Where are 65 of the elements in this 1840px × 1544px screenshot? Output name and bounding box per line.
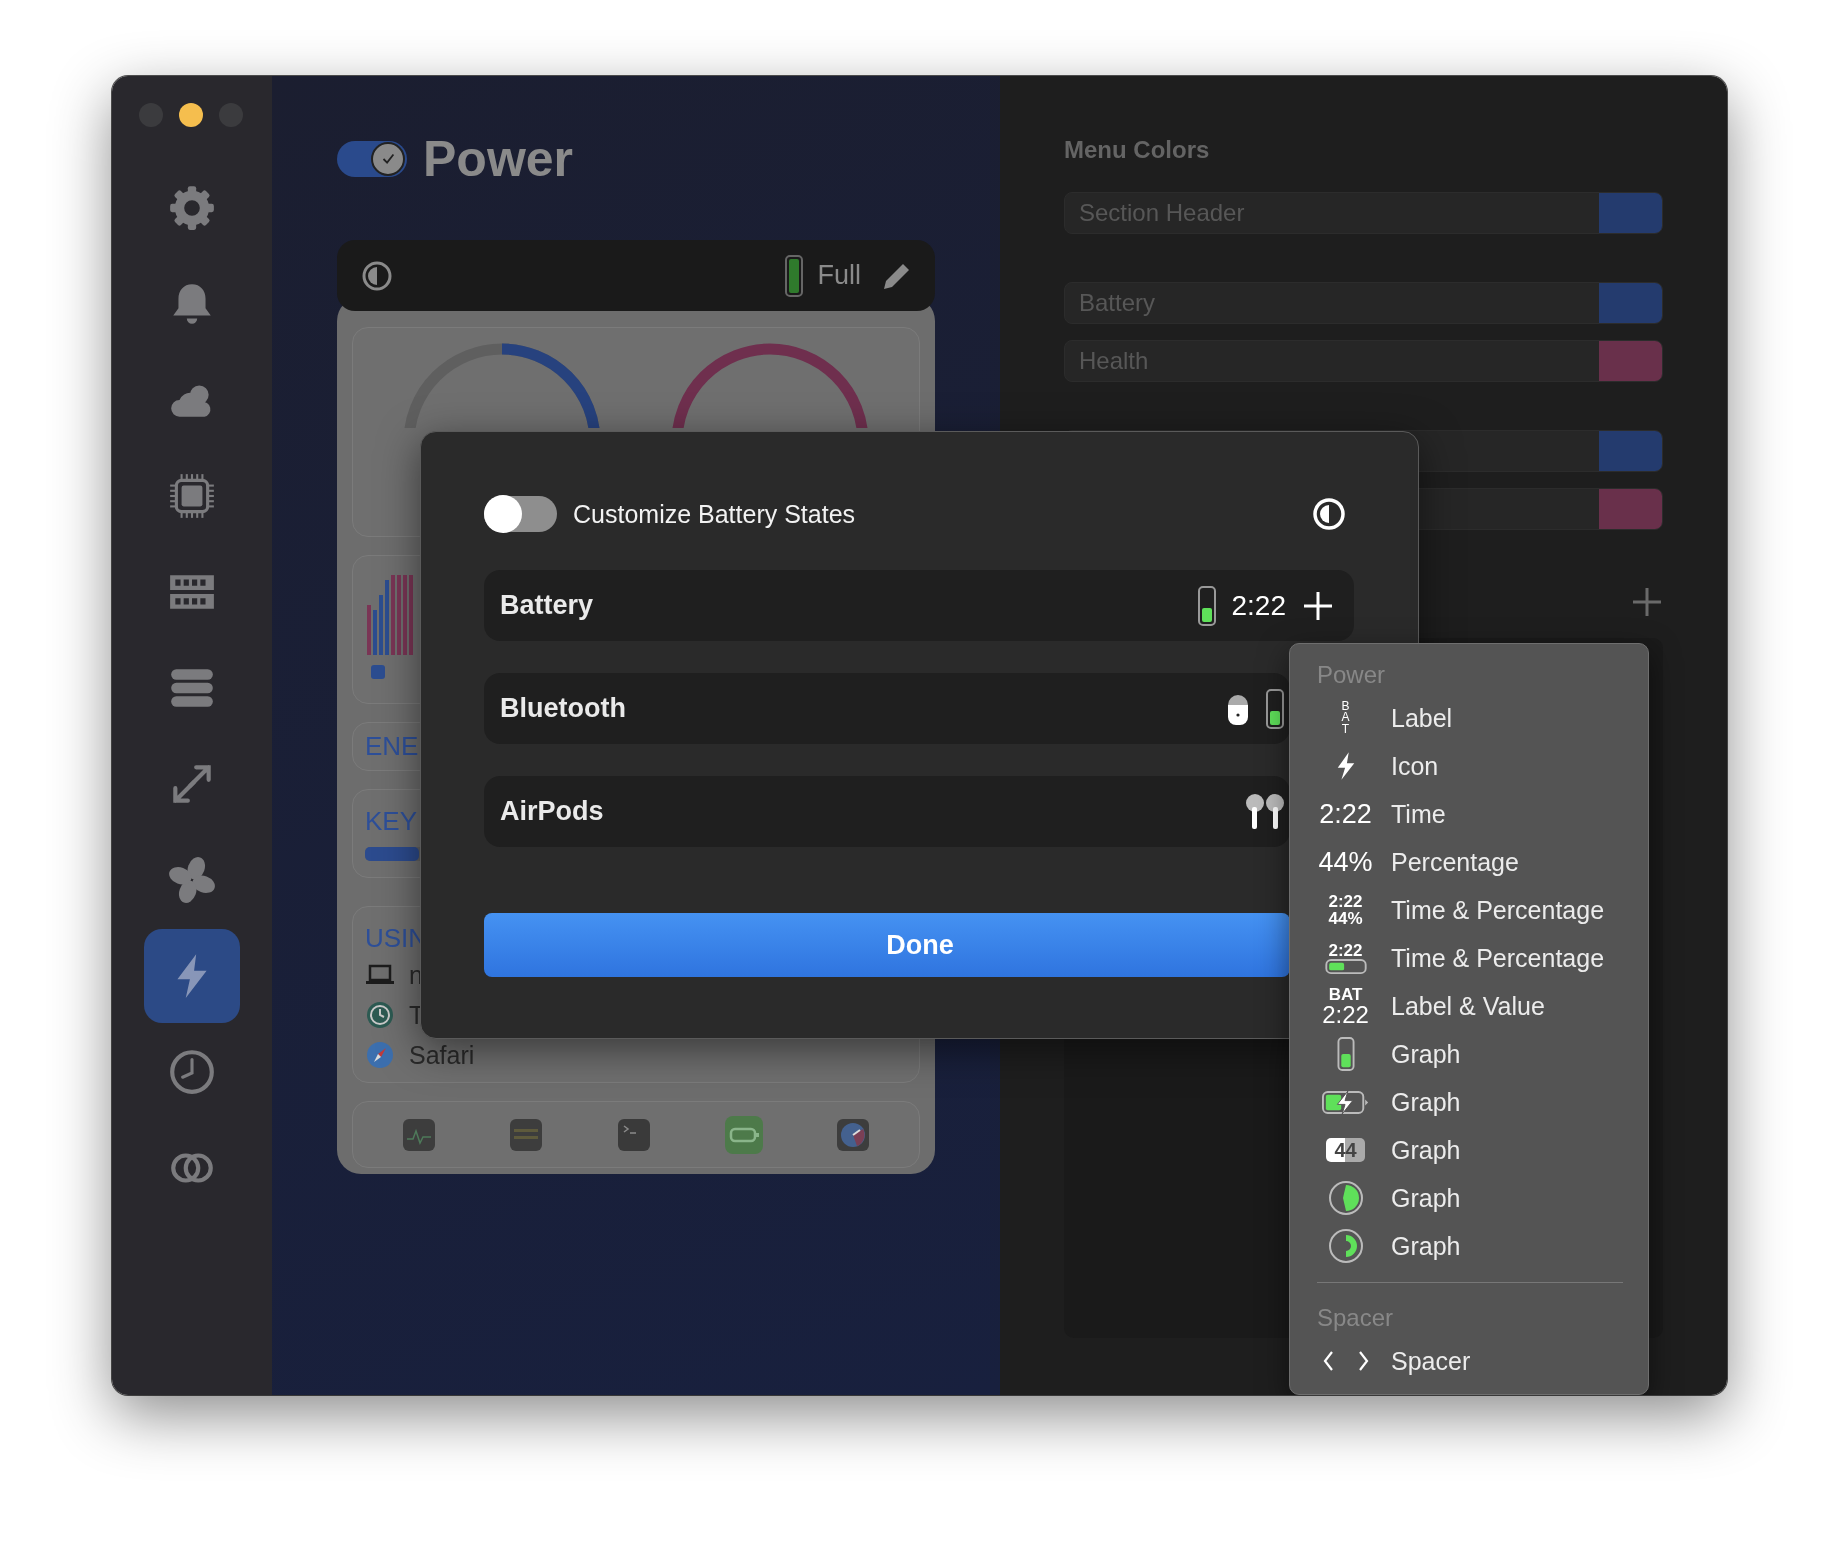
menu-item[interactable]: Graph: [1317, 1030, 1628, 1078]
value-preview: 2:22: [1322, 1002, 1369, 1027]
battery-icon: [1197, 585, 1216, 626]
menu-item[interactable]: Graph: [1317, 1174, 1628, 1222]
value-preview: 44%: [1318, 846, 1373, 878]
contrast-icon[interactable]: [1312, 497, 1346, 531]
menu-item[interactable]: Graph: [1317, 1222, 1628, 1270]
app-icon[interactable]: [400, 1116, 437, 1153]
battery-bar-icon: [1324, 959, 1367, 974]
toggle-switch[interactable]: [484, 496, 557, 532]
clock-icon: [167, 1047, 217, 1097]
label-preview: BAT: [1340, 700, 1351, 736]
process-name: Safari: [409, 1040, 475, 1070]
module-title: Power: [423, 130, 574, 188]
battery-icon: [1266, 688, 1284, 729]
source-label: Battery: [500, 590, 594, 621]
toggle-label: Customize Battery States: [573, 499, 856, 529]
battery-source-row[interactable]: Bluetooth: [484, 673, 1290, 744]
label-preview: BAT: [1328, 985, 1363, 1003]
time-remaining: 2:22: [1231, 589, 1286, 622]
menu-item[interactable]: Spacer: [1317, 1337, 1628, 1385]
color-swatch[interactable]: [1599, 489, 1662, 529]
section-title: KEY: [365, 806, 418, 838]
value-preview: 44%: [1328, 910, 1363, 927]
earbuds-icon: [1244, 792, 1286, 831]
menu-item[interactable]: Icon: [1317, 742, 1628, 790]
menu-item[interactable]: 2:22 Time: [1317, 790, 1628, 838]
battery-status: Full: [817, 260, 861, 291]
chip-icon: [167, 471, 217, 521]
section-title: ENE: [365, 731, 419, 762]
color-swatch[interactable]: [1599, 193, 1662, 233]
module-toggle[interactable]: [337, 141, 407, 177]
sidebar-item[interactable]: [144, 929, 240, 1023]
app-icon[interactable]: [835, 1116, 872, 1153]
value-preview: 2:22: [1328, 893, 1363, 910]
app-icon[interactable]: [616, 1116, 652, 1153]
battery-source-row[interactable]: Battery 2:22: [484, 570, 1354, 641]
value-preview: 2:22: [1319, 798, 1372, 830]
app-icon[interactable]: [508, 1116, 545, 1153]
value-preview: 2:22: [1328, 942, 1363, 959]
source-label: AirPods: [500, 796, 604, 827]
pie-icon: [1327, 1180, 1364, 1216]
battery-icon: [785, 254, 804, 297]
battery-source-row[interactable]: AirPods: [484, 776, 1290, 847]
settings-icon: [167, 183, 217, 233]
menu-item[interactable]: BAT Label: [1317, 694, 1628, 742]
mouse-icon: [1226, 692, 1250, 725]
fan-icon: [167, 855, 217, 905]
battery-icon: [1336, 1037, 1355, 1071]
menu-item[interactable]: Graph: [1317, 1078, 1628, 1126]
color-swatch[interactable]: [1599, 341, 1662, 381]
compass-icon: [365, 1040, 395, 1071]
charging-battery-icon: [1321, 1089, 1370, 1115]
color-swatch[interactable]: [1599, 283, 1662, 323]
color-swatch[interactable]: [1599, 431, 1662, 471]
menu-item[interactable]: 44% Percentage: [1317, 838, 1628, 886]
done-button[interactable]: Done: [484, 913, 1290, 977]
source-label: Bluetooth: [500, 693, 626, 724]
clock-icon: [365, 1000, 395, 1031]
menu-item[interactable]: 2:22 Time & Percentage: [1317, 934, 1628, 982]
app-icon[interactable]: [723, 1114, 764, 1155]
window-control[interactable]: [179, 103, 203, 127]
menu-item[interactable]: 2:22 44% Time & Percentage: [1317, 886, 1628, 934]
section-title: Menu Colors: [1064, 136, 1211, 164]
ring-icon: [1327, 1228, 1364, 1264]
